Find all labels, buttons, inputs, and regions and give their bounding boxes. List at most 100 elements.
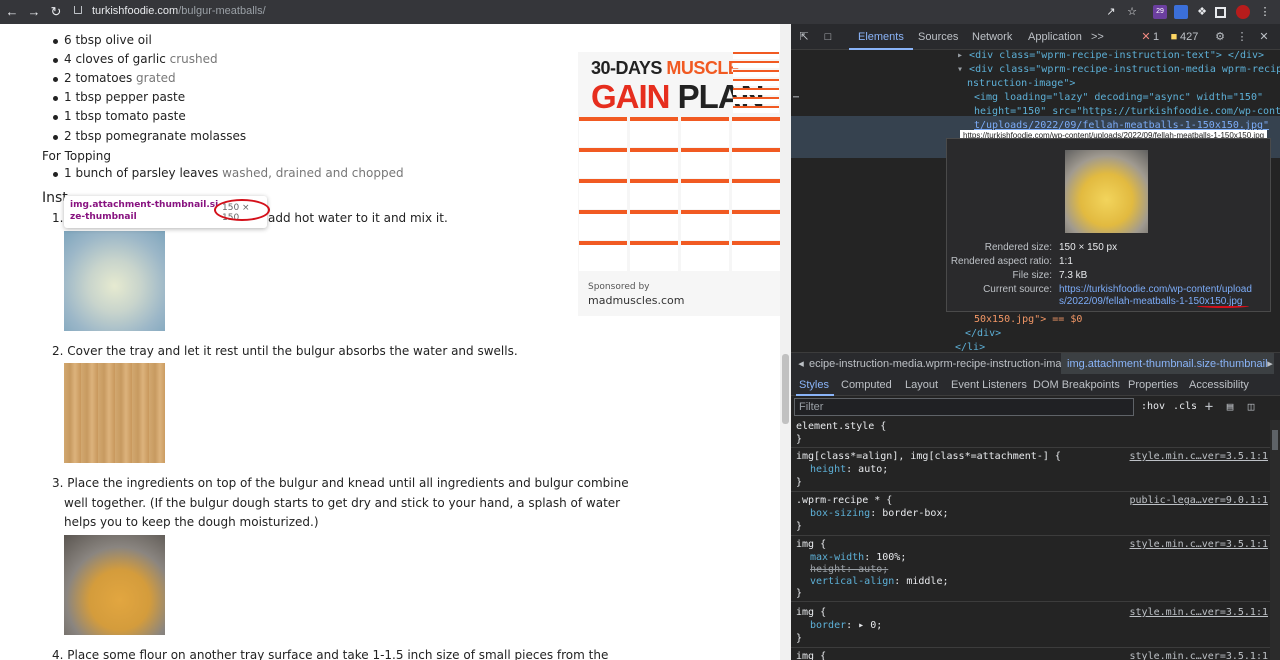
extensions-puzzle-icon[interactable]: ❖ — [1195, 5, 1209, 19]
dom-line[interactable]: nstruction-image"> — [967, 78, 1075, 90]
css-rule[interactable]: img { style.min.c…ver=3.5.1:1 — [791, 650, 1270, 660]
topping-heading: For Topping — [42, 149, 111, 163]
ad-domain[interactable]: madmuscles.com — [588, 294, 684, 307]
styles-filter-input[interactable]: Filter — [794, 398, 1134, 416]
tab-layout[interactable]: Layout — [905, 379, 938, 391]
hov-toggle[interactable]: :hov — [1141, 401, 1165, 412]
file-size-value: 7.3 kB — [1059, 270, 1088, 281]
step-3-line-3: helps you to keep the dough moisturized.… — [64, 515, 319, 529]
tab-styles[interactable]: Styles — [799, 379, 829, 391]
lock-icon[interactable] — [74, 6, 82, 14]
dom-line[interactable]: </div> — [965, 328, 1001, 340]
step-2-text: 2. Cover the tray and let it rest until … — [52, 344, 518, 358]
ad-mini-plan — [733, 52, 779, 116]
breadcrumb-left-arrow-icon[interactable]: ◂ — [794, 357, 808, 371]
css-rule[interactable]: .wprm-recipe * { public-lega…ver=9.0.1:1… — [791, 494, 1270, 536]
tab-sources[interactable]: Sources — [918, 31, 958, 43]
styles-scrollbar[interactable] — [1270, 420, 1280, 660]
side-panel-icon[interactable] — [1215, 7, 1226, 18]
node-ellipsis-icon[interactable]: ⋯ — [793, 92, 799, 104]
step-1-image[interactable] — [64, 231, 165, 331]
web-page: 6 tbsp olive oil 4 cloves of garlic crus… — [0, 24, 780, 660]
address-bar[interactable]: turkishfoodie.com/bulgur-meatballs/ — [92, 5, 266, 17]
dom-line[interactable]: ▸ <div class="wprm-recipe-instruction-te… — [957, 50, 1264, 62]
rendered-size-label: Rendered size: — [984, 242, 1052, 253]
settings-gear-icon[interactable]: ⚙ — [1213, 30, 1227, 44]
tab-computed[interactable]: Computed — [841, 379, 892, 391]
list-item: 4 cloves of garlic crushed — [53, 52, 218, 66]
dom-line-selected[interactable]: <img loading="lazy" decoding="async" wid… — [974, 92, 1263, 104]
page-scrollbar[interactable] — [780, 24, 791, 660]
tab-accessibility[interactable]: Accessibility — [1189, 379, 1249, 391]
new-rule-icon[interactable]: + — [1202, 400, 1216, 414]
tab-application[interactable]: Application — [1028, 31, 1082, 43]
toggle-sidebar-icon[interactable]: ◫ — [1244, 400, 1258, 414]
css-rule[interactable]: img[class*=align], img[class*=attachment… — [791, 450, 1270, 492]
tab-properties[interactable]: Properties — [1128, 379, 1178, 391]
profile-avatar[interactable] — [1236, 5, 1250, 19]
extension-badge-icon[interactable]: 29 — [1153, 5, 1167, 19]
breadcrumb-item-media[interactable]: ecipe-instruction-media.wprm-recipe-inst… — [809, 358, 1074, 370]
list-item: 6 tbsp olive oil — [53, 33, 152, 47]
css-rule[interactable]: img { style.min.c…ver=3.5.1:1 max-width:… — [791, 538, 1270, 602]
ad-banner[interactable]: 30-DAYS MUSCLE GAIN PLAN Sponsored by ma… — [578, 52, 780, 316]
ad-headline-1: 30-DAYS MUSCLE — [591, 58, 740, 78]
forward-icon[interactable]: → — [26, 4, 42, 20]
device-toolbar-icon[interactable]: □ — [821, 30, 835, 44]
warning-icon[interactable]: ■ — [1167, 30, 1181, 44]
rule-source-link[interactable]: style.min.c…ver=3.5.1:1 — [1130, 651, 1268, 660]
tab-network[interactable]: Network — [972, 31, 1012, 43]
rule-source-link[interactable]: public-lega…ver=9.0.1:1 — [1130, 495, 1268, 506]
css-rule[interactable]: img { style.min.c…ver=3.5.1:1 border: ▸ … — [791, 606, 1270, 648]
dom-line[interactable]: ▾ <div class="wprm-recipe-instruction-me… — [957, 64, 1280, 76]
rule-source-link[interactable]: style.min.c…ver=3.5.1:1 — [1130, 451, 1268, 462]
list-item: 1 tbsp tomato paste — [53, 109, 186, 123]
breadcrumb-right-arrow-icon[interactable]: ▸ — [1263, 357, 1277, 371]
rule-source-link[interactable]: style.min.c…ver=3.5.1:1 — [1130, 539, 1268, 550]
list-item: 1 tbsp pepper paste — [52, 90, 186, 104]
inspect-element-icon[interactable]: ⇱ — [797, 30, 811, 44]
tab-elements[interactable]: Elements — [858, 31, 904, 43]
list-item: 1 bunch of parsley leaves washed, draine… — [53, 166, 404, 180]
shield-extension-icon[interactable] — [1174, 5, 1188, 19]
paint-brush-icon[interactable]: ▤ — [1223, 400, 1237, 414]
ad-sponsored-label: Sponsored by — [588, 282, 650, 292]
back-icon[interactable]: ← — [4, 4, 20, 20]
active-subtab-underline — [796, 394, 834, 396]
dom-line-selected[interactable]: height="150" src="https://turkishfoodie.… — [974, 106, 1280, 118]
devtools-menu-icon[interactable]: ⋮ — [1235, 30, 1249, 44]
preview-image — [1065, 150, 1148, 233]
step-2-image[interactable] — [64, 363, 165, 463]
aspect-ratio-value: 1:1 — [1059, 256, 1073, 267]
scrollbar-thumb[interactable] — [782, 354, 789, 424]
topping-ingredient-list: 1 bunch of parsley leaves washed, draine… — [53, 166, 464, 186]
step-4-text: 4. Place some flour on another tray surf… — [52, 648, 609, 660]
bookmark-star-icon[interactable]: ☆ — [1125, 5, 1139, 19]
step-3-line-1: 3. Place the ingredients on top of the b… — [52, 476, 629, 490]
css-rules-list: element.style { } img[class*=align], img… — [791, 420, 1270, 660]
error-icon[interactable]: ✕ — [1139, 30, 1153, 44]
file-size-label: File size: — [1012, 270, 1052, 281]
scrollbar-thumb[interactable] — [1272, 430, 1278, 450]
list-item: 2 tbsp pomegranate molasses — [52, 129, 247, 143]
error-count[interactable]: 1 — [1153, 31, 1159, 43]
tab-event-listeners[interactable]: Event Listeners — [951, 379, 1027, 391]
cls-toggle[interactable]: .cls — [1173, 401, 1197, 412]
url-host: turkishfoodie.com — [92, 5, 179, 17]
tab-dom-breakpoints[interactable]: DOM Breakpoints — [1033, 379, 1120, 391]
image-preview-popover: Rendered size: 150 × 150 px Rendered asp… — [946, 138, 1271, 312]
more-tabs-button[interactable]: >> — [1091, 31, 1104, 43]
close-devtools-icon[interactable]: ✕ — [1257, 30, 1271, 44]
browser-menu-icon[interactable]: ⋮ — [1258, 5, 1272, 19]
rule-source-link[interactable]: style.min.c…ver=3.5.1:1 — [1130, 607, 1268, 618]
css-rule[interactable]: element.style { } — [791, 420, 1270, 448]
warning-count[interactable]: 427 — [1180, 31, 1198, 43]
aspect-ratio-label: Rendered aspect ratio: — [950, 256, 1052, 267]
dom-line-selected[interactable]: 50x150.jpg"> == $0 — [974, 314, 1082, 326]
tooltip-selector: img.attachment-thumbnail.size-thumbnail — [70, 200, 219, 222]
step-3-image[interactable] — [64, 535, 165, 635]
reload-icon[interactable]: ↻ — [48, 4, 64, 20]
red-annotation-circle — [214, 199, 270, 221]
breadcrumb-item-img[interactable]: img.attachment-thumbnail.size-thumbnail — [1061, 353, 1274, 375]
share-icon[interactable]: ↗ — [1104, 5, 1118, 19]
